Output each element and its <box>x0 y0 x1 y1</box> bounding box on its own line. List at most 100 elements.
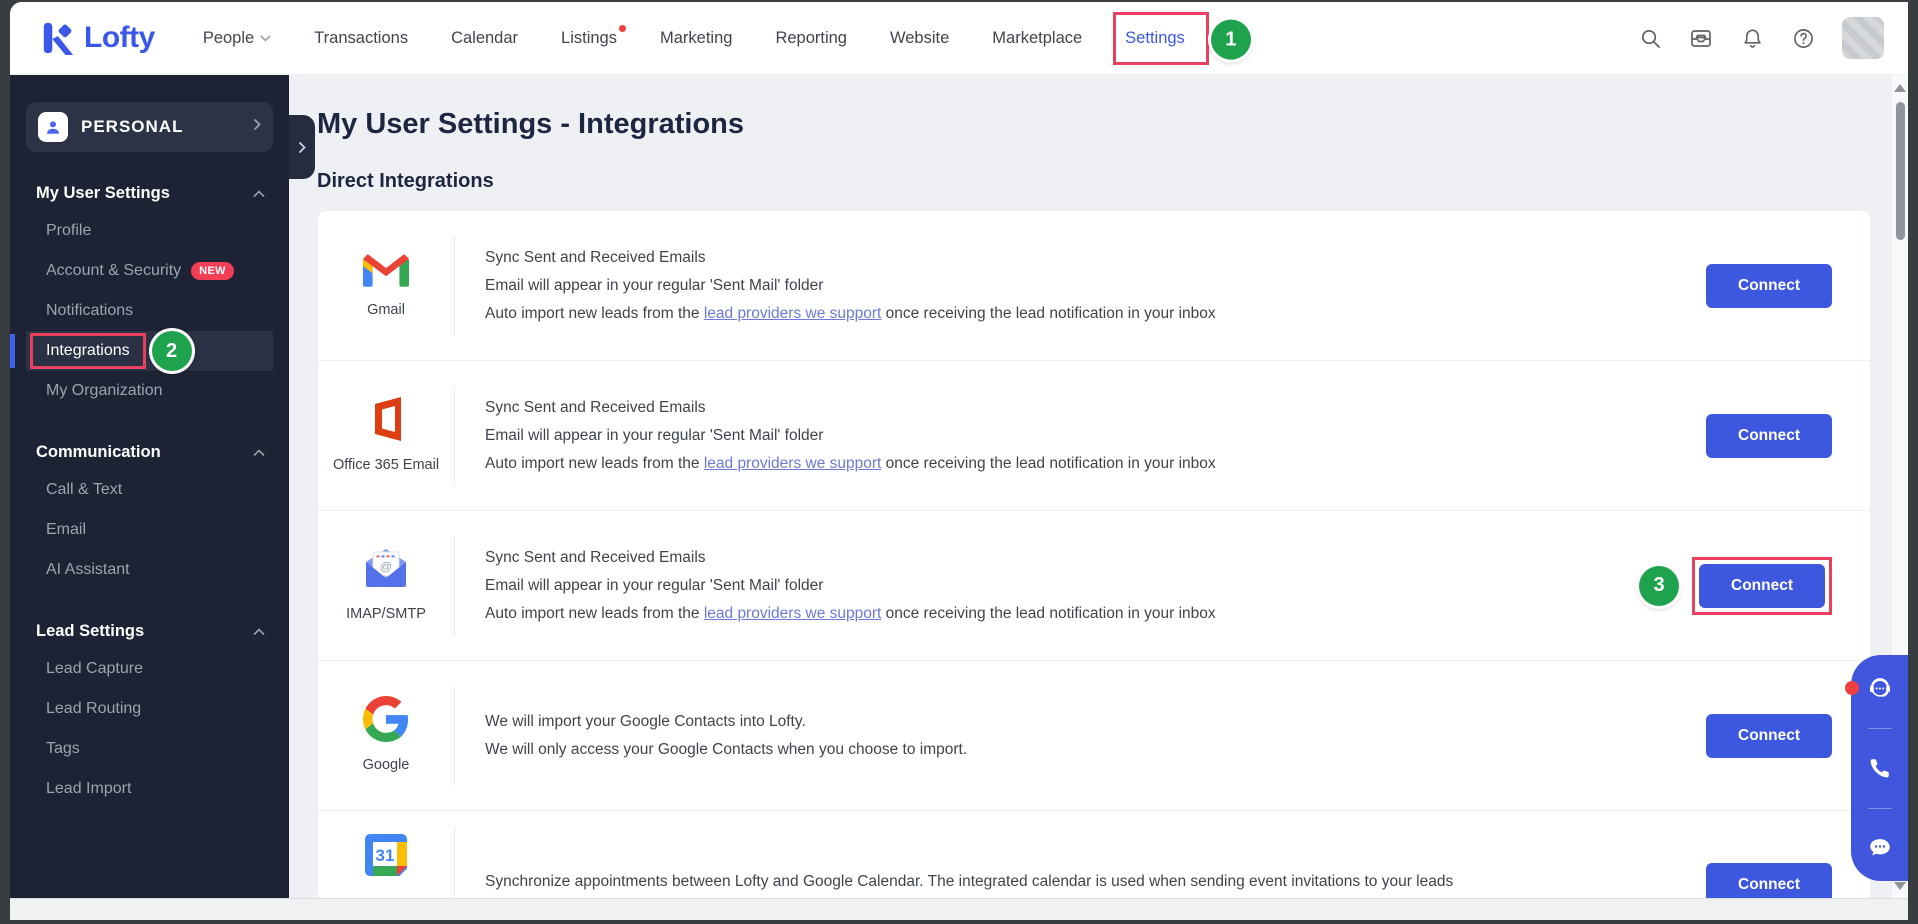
description-line: Sync Sent and Received Emails <box>485 549 706 566</box>
step3-highlight-box: 3 Connect <box>1639 556 1832 615</box>
account-switcher[interactable]: PERSONAL <box>26 102 273 152</box>
listings-alert-dot <box>618 24 626 32</box>
nav-marketplace[interactable]: Marketplace <box>992 29 1082 48</box>
nav-reporting[interactable]: Reporting <box>775 29 847 48</box>
person-icon <box>38 112 68 142</box>
lead-providers-link[interactable]: lead providers we support <box>704 605 882 622</box>
sidebar-item-notifications[interactable]: Notifications <box>26 291 273 331</box>
office365-icon <box>366 396 406 447</box>
nav-listings[interactable]: Listings <box>561 24 626 48</box>
chevron-down-icon <box>260 34 271 42</box>
nav-people[interactable]: People <box>203 29 271 48</box>
connect-button-google[interactable]: Connect <box>1706 713 1832 758</box>
sidebar-item-call-text[interactable]: Call & Text <box>26 470 273 510</box>
description-line: Synchronize appointments between Lofty a… <box>485 873 1454 890</box>
sidebar-item-profile[interactable]: Profile <box>26 211 273 251</box>
description-line: Email will appear in your regular 'Sent … <box>485 577 824 594</box>
integration-row-office365: Office 365 Email Sync Sent and Received … <box>318 361 1870 511</box>
chevron-up-icon <box>253 627 265 635</box>
lofty-logo[interactable]: Lofty <box>40 21 155 55</box>
main-nav: People Transactions Calendar Listings Ma… <box>203 11 1251 65</box>
support-agent-icon[interactable] <box>1867 675 1893 701</box>
step2-badge: 2 <box>151 331 192 371</box>
nav-transactions[interactable]: Transactions <box>314 29 408 48</box>
nav-calendar[interactable]: Calendar <box>451 29 518 48</box>
sidebar-item-lead-import[interactable]: Lead Import <box>26 769 273 809</box>
description-line: Email will appear in your regular 'Sent … <box>485 277 824 294</box>
integration-row-gmail: Gmail Sync Sent and Received Emails Emai… <box>318 211 1870 361</box>
new-badge: NEW <box>191 262 234 280</box>
support-widget <box>1845 655 1908 881</box>
search-icon[interactable] <box>1638 26 1662 50</box>
nav-marketing[interactable]: Marketing <box>660 29 732 48</box>
lead-providers-link[interactable]: lead providers we support <box>704 455 882 472</box>
phone-icon[interactable] <box>1867 755 1893 781</box>
description-line: Auto import new leads from the lead prov… <box>485 455 1216 472</box>
sidebar-item-email[interactable]: Email <box>26 510 273 550</box>
sidebar-item-account-security[interactable]: Account & Security NEW <box>26 251 273 291</box>
scroll-down-arrow[interactable] <box>1894 882 1906 890</box>
section-my-user-settings[interactable]: My User Settings <box>26 184 273 203</box>
integration-description: Synchronize appointments between Lofty a… <box>455 866 1686 897</box>
section-lead-settings[interactable]: Lead Settings <box>26 622 273 641</box>
settings-sidebar: PERSONAL My User Settings Profile Accoun… <box>10 75 289 898</box>
lead-providers-link[interactable]: lead providers we support <box>704 305 882 322</box>
integrations-card: Gmail Sync Sent and Received Emails Emai… <box>317 210 1871 898</box>
inbox-icon[interactable] <box>1689 26 1713 50</box>
description-line: Email will appear in your regular 'Sent … <box>485 427 824 444</box>
gmail-icon <box>363 252 409 292</box>
bell-icon[interactable] <box>1740 26 1764 50</box>
chevron-right-icon <box>298 141 306 153</box>
integration-row-google: Google We will import your Google Contac… <box>318 661 1870 811</box>
chevron-up-icon <box>253 189 265 197</box>
top-navigation-bar: Lofty People Transactions Calendar Listi… <box>10 2 1908 75</box>
topbar-actions <box>1638 17 1884 59</box>
direct-integrations-heading: Direct Integrations <box>317 170 494 192</box>
connect-button-google-calendar[interactable]: Connect <box>1706 863 1832 898</box>
connect-button-imap-smtp[interactable]: Connect <box>1699 563 1825 608</box>
step3-badge: 3 <box>1639 565 1679 606</box>
chat-bubble-icon[interactable] <box>1867 835 1893 861</box>
section-communication[interactable]: Communication <box>26 443 273 462</box>
description-line: We will import your Google Contacts into… <box>485 713 806 730</box>
integration-name: Gmail <box>367 301 405 318</box>
lofty-logo-icon <box>43 22 74 55</box>
description-line: We will only access your Google Contacts… <box>485 741 968 758</box>
widget-notification-dot <box>1845 681 1859 695</box>
google-icon <box>363 696 409 747</box>
integration-description: Sync Sent and Received Emails Email will… <box>455 542 1672 629</box>
connect-button-office365[interactable]: Connect <box>1706 413 1832 458</box>
sidebar-item-integrations[interactable]: Integrations 2 <box>10 331 273 371</box>
imap-smtp-icon: @ <box>362 547 410 596</box>
chevron-up-icon <box>253 448 265 456</box>
step1-badge: 1 <box>1210 19 1251 60</box>
help-icon[interactable] <box>1791 26 1815 50</box>
chevron-right-icon <box>253 118 261 136</box>
integration-name: Office 365 Email <box>332 457 440 474</box>
sidebar-item-my-organization[interactable]: My Organization <box>26 371 273 411</box>
scroll-up-arrow[interactable] <box>1894 84 1906 92</box>
avatar[interactable] <box>1842 17 1884 59</box>
svg-text:31: 31 <box>376 846 395 865</box>
logo-text: Lofty <box>84 21 155 54</box>
widget-divider <box>1867 807 1892 809</box>
integration-row-google-calendar: 31 Synchronize appointments between Loft… <box>318 811 1870 898</box>
nav-website[interactable]: Website <box>890 29 949 48</box>
integration-row-imap-smtp: @ IMAP/SMTP Sync Sent and Received Email… <box>318 511 1870 661</box>
sidebar-collapse-handle[interactable] <box>289 115 315 179</box>
nav-settings[interactable]: Settings 1 <box>1113 11 1251 65</box>
sidebar-item-tags[interactable]: Tags <box>26 729 273 769</box>
integration-description: Sync Sent and Received Emails Email will… <box>455 392 1686 479</box>
integration-name: IMAP/SMTP <box>346 606 426 623</box>
scrollbar-thumb[interactable] <box>1896 102 1905 240</box>
sidebar-item-ai-assistant[interactable]: AI Assistant <box>26 550 273 590</box>
integration-description: Sync Sent and Received Emails Email will… <box>455 242 1686 329</box>
sidebar-item-lead-routing[interactable]: Lead Routing <box>26 689 273 729</box>
sidebar-item-lead-capture[interactable]: Lead Capture <box>26 649 273 689</box>
description-line: Auto import new leads from the lead prov… <box>485 305 1216 322</box>
svg-text:@: @ <box>380 560 392 574</box>
google-calendar-icon: 31 <box>364 833 408 882</box>
integration-name: Google <box>362 757 410 774</box>
connect-button-gmail[interactable]: Connect <box>1706 263 1832 308</box>
main-content: My User Settings - Integrations Direct I… <box>289 75 1908 898</box>
